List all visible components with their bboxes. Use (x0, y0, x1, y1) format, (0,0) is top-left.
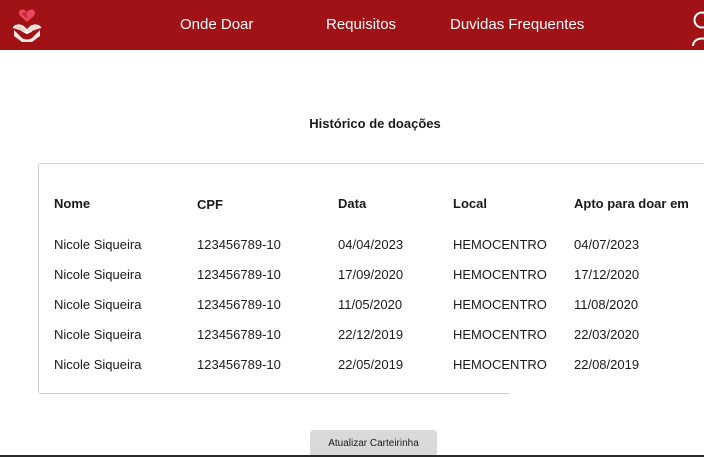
cell-nome: Nicole Siqueira (54, 297, 142, 312)
cell-apto: 11/08/2020 (574, 297, 639, 312)
cell-nome: Nicole Siqueira (54, 357, 142, 372)
cell-nome: Nicole Siqueira (54, 327, 142, 342)
cell-data: 22/05/2019 (338, 357, 404, 372)
cell-cpf: 123456789-10 (197, 357, 281, 372)
cell-data: 11/05/2020 (338, 297, 403, 312)
cell-data: 17/09/2020 (338, 267, 404, 282)
column-header-cpf: CPF (197, 197, 223, 212)
cell-cpf: 123456789-10 (197, 327, 281, 342)
page: Onde Doar Requisitos Duvidas Frequentes … (0, 0, 704, 457)
cell-apto: 17/12/2020 (574, 267, 640, 282)
top-navigation-bar: Onde Doar Requisitos Duvidas Frequentes (0, 0, 704, 50)
page-title: Histórico de doações (309, 116, 441, 131)
cell-apto: 22/08/2019 (574, 357, 640, 372)
column-header-nome: Nome (54, 196, 91, 211)
cell-nome: Nicole Siqueira (54, 237, 142, 252)
nav-requisitos[interactable]: Requisitos (326, 16, 396, 34)
cell-apto: 04/07/2023 (574, 237, 640, 252)
card-border-gap (509, 392, 704, 396)
cell-data: 04/04/2023 (338, 237, 404, 252)
cell-data: 22/12/2019 (338, 327, 404, 342)
column-header-local: Local (453, 196, 487, 211)
cell-local: HEMOCENTRO (453, 327, 547, 342)
cell-cpf: 123456789-10 (197, 237, 281, 252)
column-header-apto: Apto para doar em (574, 196, 689, 211)
update-card-button[interactable]: Atualizar Carteirinha (310, 430, 437, 457)
user-icon[interactable] (690, 8, 704, 48)
cell-cpf: 123456789-10 (197, 297, 281, 312)
cell-local: HEMOCENTRO (453, 297, 547, 312)
cell-local: HEMOCENTRO (453, 357, 547, 372)
cell-apto: 22/03/2020 (574, 327, 640, 342)
cell-cpf: 123456789-10 (197, 267, 281, 282)
nav-duvidas-frequentes[interactable]: Duvidas Frequentes (450, 16, 584, 34)
cell-local: HEMOCENTRO (453, 267, 547, 282)
cell-nome: Nicole Siqueira (54, 267, 142, 282)
heart-hands-icon[interactable] (10, 8, 44, 44)
nav-onde-doar[interactable]: Onde Doar (180, 16, 253, 34)
cell-local: HEMOCENTRO (453, 237, 547, 252)
column-header-data: Data (338, 196, 367, 211)
